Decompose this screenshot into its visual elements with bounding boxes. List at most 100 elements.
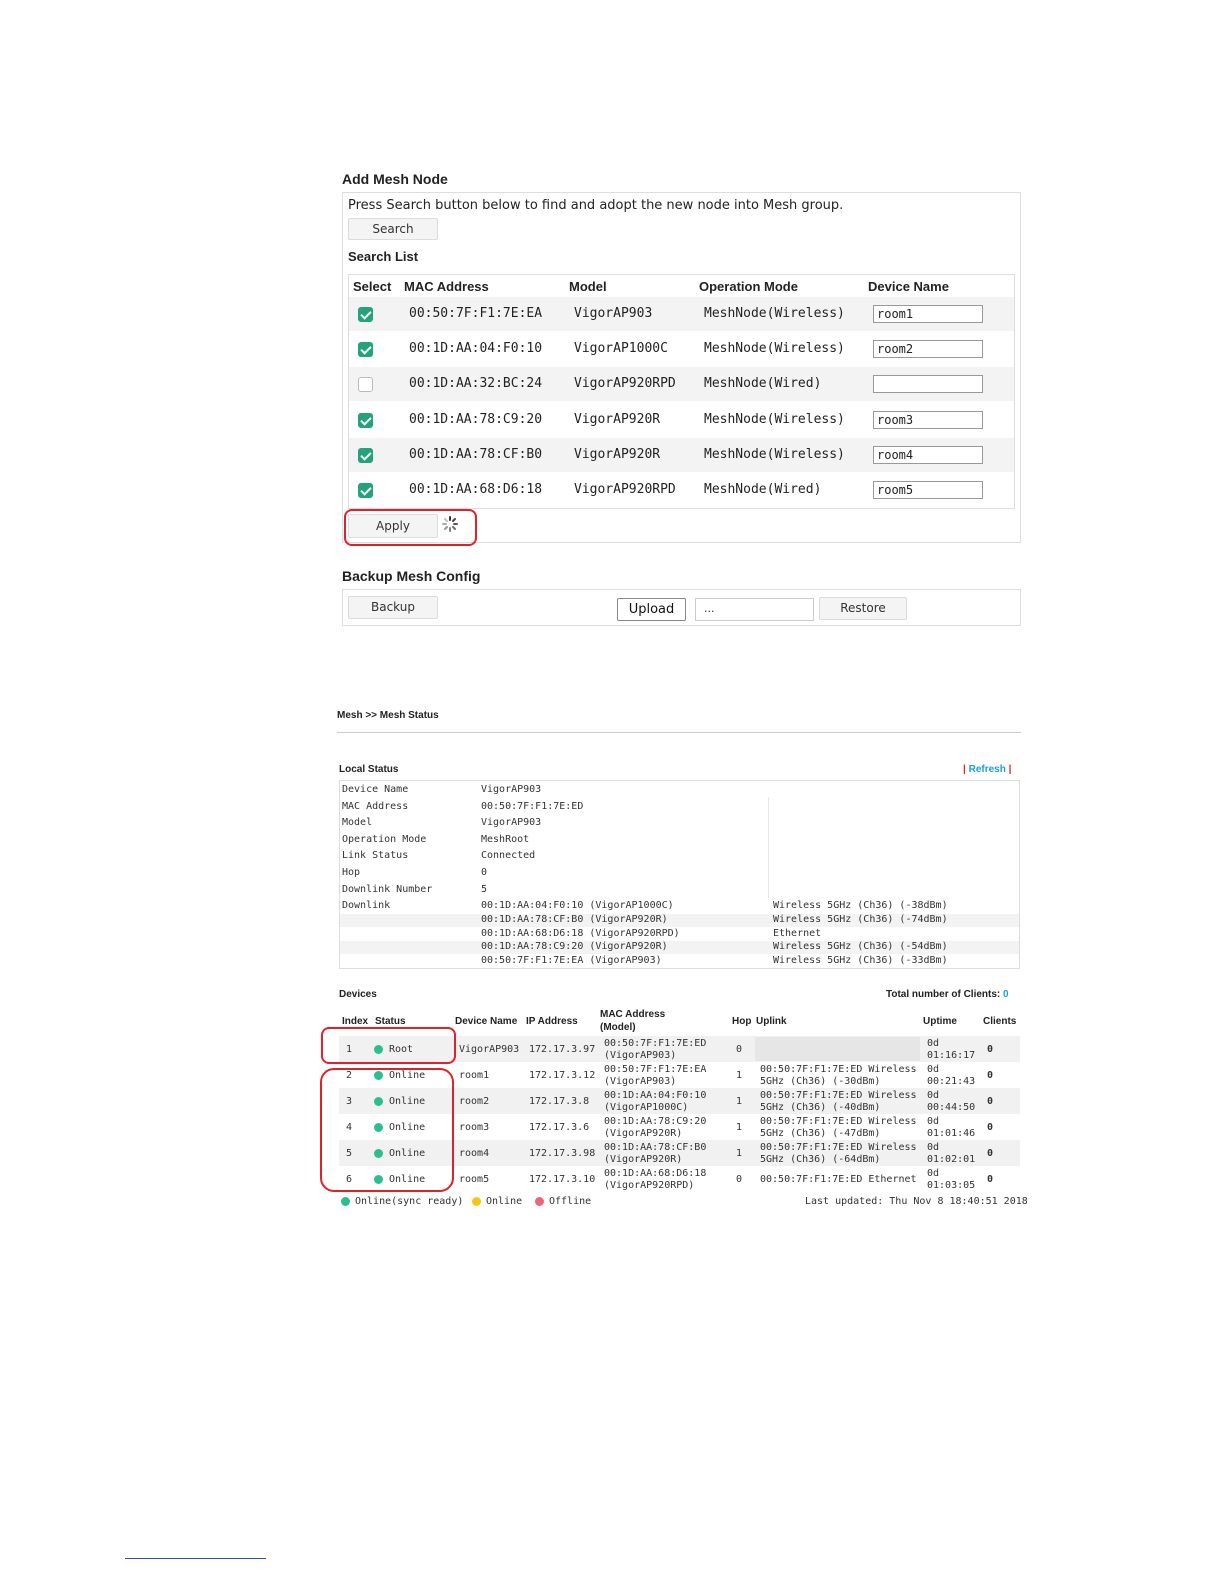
local-status-value: 5 <box>481 883 488 895</box>
device-clients: 0 <box>987 1122 994 1133</box>
col-model: Model <box>569 279 607 294</box>
search-list-title: Search List <box>348 249 419 264</box>
row-operation-mode: MeshNode(Wired) <box>704 482 822 497</box>
uplink-empty-cell <box>755 1037 920 1061</box>
row-mac-address: 00:50:7F:F1:7E:EA <box>409 306 543 321</box>
total-clients-label: Total number of Clients: <box>886 989 1001 1000</box>
local-status-label: Downlink Number <box>342 883 433 895</box>
device-uplink-detail: 5GHz (Ch36) (-64dBm) <box>760 1154 881 1165</box>
dev-col-ip-address: IP Address <box>526 1016 578 1027</box>
row-operation-mode: MeshNode(Wireless) <box>704 341 845 356</box>
device-uptime: 01:02:01 <box>927 1154 976 1165</box>
device-mac: 00:1D:AA:04:F0:10 <box>604 1090 707 1101</box>
device-uptime: 00:44:50 <box>927 1102 976 1113</box>
downlink-label: Downlink <box>342 900 391 911</box>
local-status-title: Local Status <box>339 764 399 775</box>
device-mac: 00:50:7F:F1:7E:EA <box>604 1064 707 1075</box>
breadcrumb: Mesh >> Mesh Status <box>337 710 439 721</box>
col-operation-mode: Operation Mode <box>699 279 798 294</box>
device-uptime: 01:16:17 <box>927 1050 976 1061</box>
device-name-input[interactable]: room3 <box>873 411 983 429</box>
device-clients: 0 <box>987 1148 994 1159</box>
row-operation-mode: MeshNode(Wireless) <box>704 447 845 462</box>
select-checkbox[interactable] <box>358 413 373 428</box>
col-select: Select <box>353 279 392 294</box>
online-highlight-box <box>320 1068 454 1192</box>
dev-col-model: (Model) <box>600 1022 636 1033</box>
dev-col-hop: Hop <box>732 1016 752 1027</box>
dev-col-status: Status <box>375 1016 406 1027</box>
device-hop: 1 <box>736 1096 743 1107</box>
device-hop: 0 <box>736 1044 743 1055</box>
device-name-input[interactable]: room4 <box>873 446 983 464</box>
legend-sync-ready-dot <box>341 1197 350 1206</box>
select-checkbox[interactable] <box>358 307 373 322</box>
row-mac-address: 00:1D:AA:32:BC:24 <box>409 376 543 391</box>
device-clients: 0 <box>987 1070 994 1081</box>
dev-col-mac-address: MAC Address <box>600 1009 666 1020</box>
search-instruction: Press Search button below to find and ad… <box>348 198 844 213</box>
dev-col-index: Index <box>342 1016 369 1027</box>
restore-button[interactable]: Restore <box>819 597 907 620</box>
select-checkbox[interactable] <box>358 448 373 463</box>
local-status-value: Connected <box>481 850 536 862</box>
device-model: (VigorAP920R) <box>604 1128 683 1139</box>
device-uplink: 00:50:7F:F1:7E:ED Wireless <box>760 1116 917 1127</box>
device-clients: 0 <box>987 1044 994 1055</box>
device-model: (VigorAP920R) <box>604 1154 683 1165</box>
device-name-input[interactable] <box>873 375 983 393</box>
downlink-link: Wireless 5GHz (Ch36) (-54dBm) <box>773 941 948 953</box>
device-uptime-days: 0d <box>927 1168 940 1179</box>
device-name: VigorAP903 <box>459 1044 520 1055</box>
device-mac: 00:1D:AA:78:CF:B0 <box>604 1142 707 1153</box>
device-mac: 00:1D:AA:68:D6:18 <box>604 1168 707 1179</box>
device-model: (VigorAP1000C) <box>604 1102 689 1113</box>
device-name: room3 <box>459 1122 490 1133</box>
legend-sync-ready: Online(sync ready) <box>355 1196 464 1207</box>
device-uptime: 01:01:46 <box>927 1128 976 1139</box>
device-name-input[interactable]: room2 <box>873 340 983 358</box>
row-mac-address: 00:1D:AA:04:F0:10 <box>409 341 543 356</box>
device-uplink-detail: 5GHz (Ch36) (-30dBm) <box>760 1076 881 1087</box>
select-checkbox[interactable] <box>358 342 373 357</box>
row-operation-mode: MeshNode(Wired) <box>704 376 822 391</box>
local-status-label: Link Status <box>342 850 409 862</box>
breadcrumb-divider <box>337 732 1021 733</box>
file-path-field[interactable]: ... <box>695 598 814 621</box>
device-uptime-days: 0d <box>927 1064 940 1075</box>
device-hop: 1 <box>736 1070 743 1081</box>
device-name-input[interactable]: room1 <box>873 305 983 323</box>
local-status-label: Operation Mode <box>342 833 427 845</box>
refresh-link[interactable]: Refresh <box>969 764 1006 775</box>
device-uplink-detail: 5GHz (Ch36) (-47dBm) <box>760 1128 881 1139</box>
legend-online: Online <box>486 1196 523 1207</box>
device-mac: 00:1D:AA:78:C9:20 <box>604 1116 707 1127</box>
row-operation-mode: MeshNode(Wireless) <box>704 306 845 321</box>
local-status-value: VigorAP903 <box>481 784 542 795</box>
select-checkbox[interactable] <box>358 377 373 392</box>
device-model: (VigorAP903) <box>604 1076 677 1087</box>
add-mesh-node-title: Add Mesh Node <box>342 171 448 187</box>
select-checkbox[interactable] <box>358 483 373 498</box>
downlink-node: 00:1D:AA:04:F0:10 (VigorAP1000C) <box>481 900 674 911</box>
root-highlight-box <box>321 1027 456 1064</box>
downlink-link: Wireless 5GHz (Ch36) (-38dBm) <box>773 900 948 911</box>
dev-col-uplink: Uplink <box>756 1016 787 1027</box>
legend-offline-dot <box>535 1197 544 1206</box>
device-name-input[interactable]: room5 <box>873 481 983 499</box>
device-uptime-days: 0d <box>927 1038 940 1049</box>
device-uptime: 00:21:43 <box>927 1076 976 1087</box>
row-model: VigorAP920R <box>574 447 661 462</box>
row-model: VigorAP1000C <box>574 341 668 356</box>
backup-button[interactable]: Backup <box>348 596 438 619</box>
device-hop: 1 <box>736 1148 743 1159</box>
total-clients-value: 0 <box>1003 989 1009 1000</box>
device-hop: 1 <box>736 1122 743 1133</box>
local-status-label: Model <box>342 817 373 829</box>
device-ip: 172.17.3.98 <box>529 1148 596 1159</box>
device-uptime-days: 0d <box>927 1142 940 1153</box>
device-ip: 172.17.3.6 <box>529 1122 590 1133</box>
devices-title: Devices <box>339 989 377 1000</box>
upload-button[interactable]: Upload <box>617 598 686 621</box>
search-button[interactable]: Search <box>348 218 438 240</box>
